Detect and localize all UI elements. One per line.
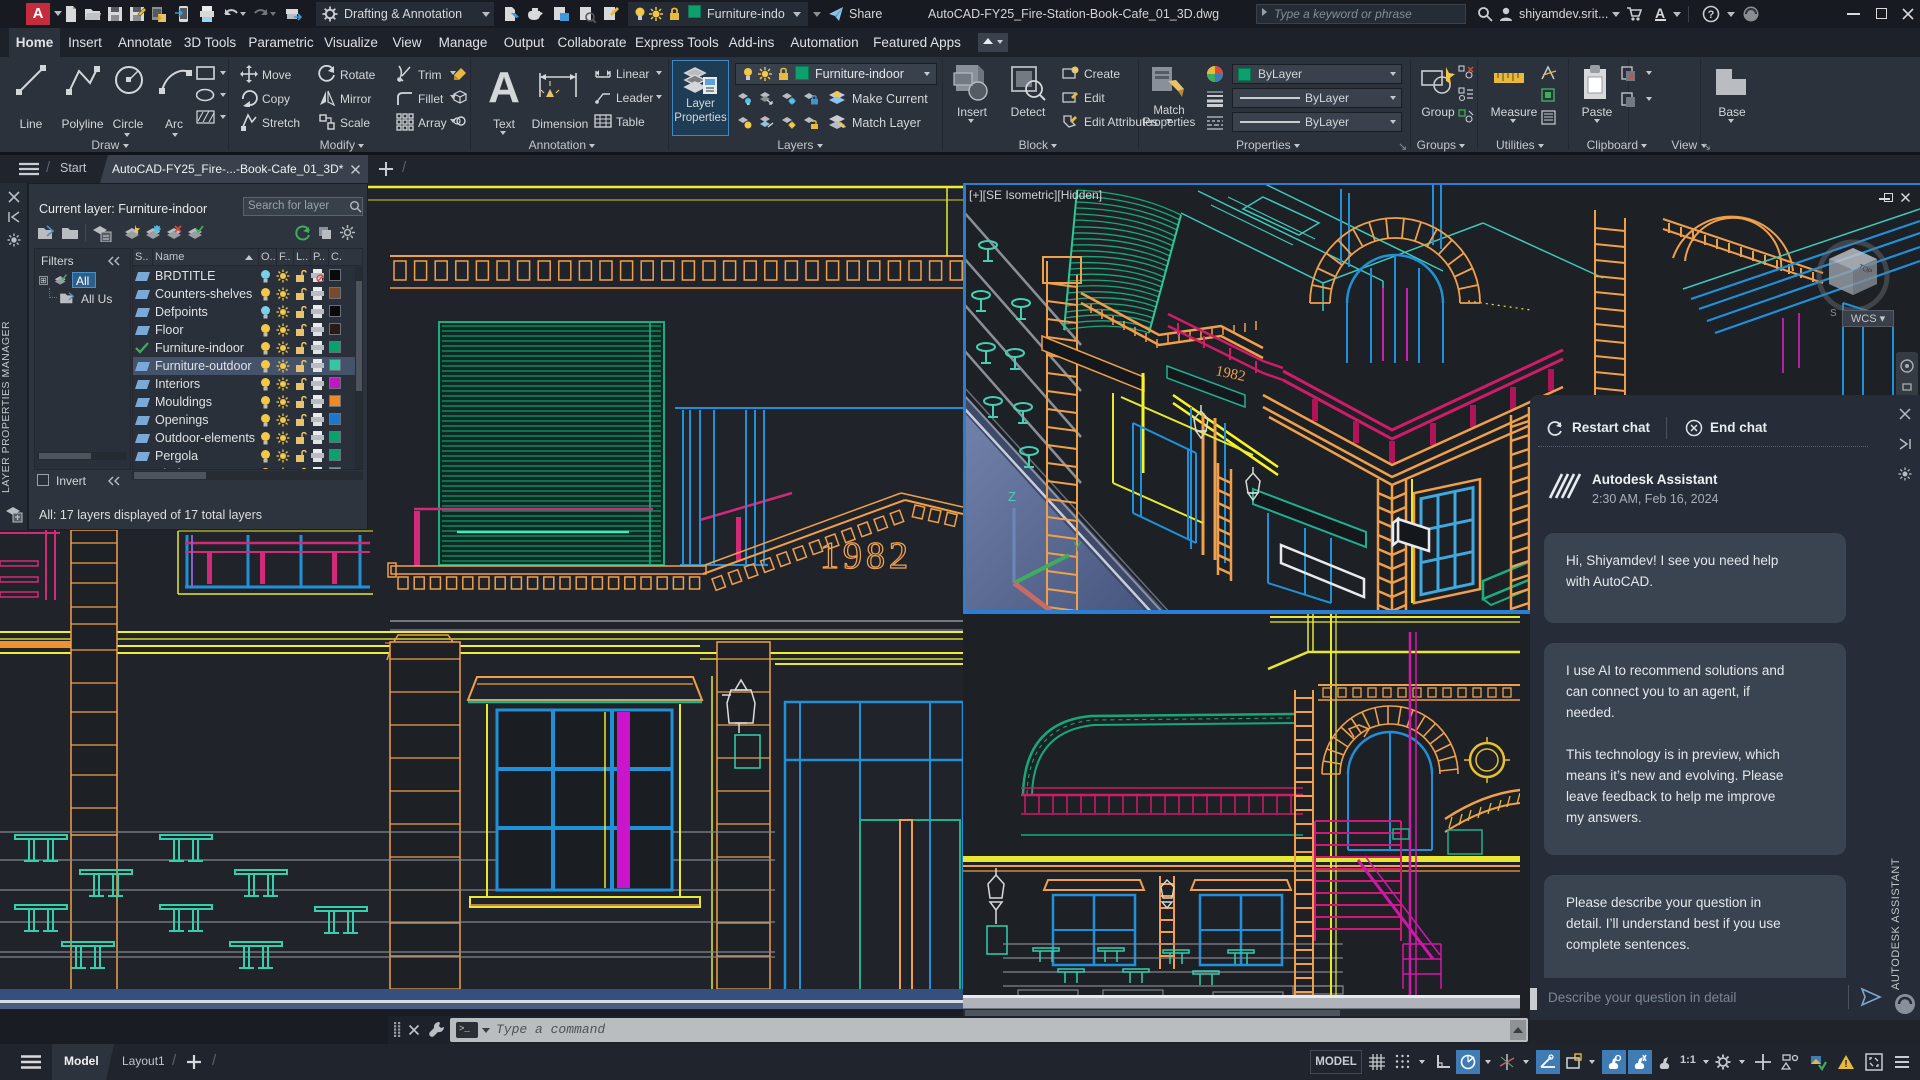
svg-text:!: ! — [1844, 1059, 1847, 1070]
svg-text:Z: Z — [1008, 489, 1016, 504]
svg-text:S: S — [1830, 308, 1837, 319]
svg-text:Y: Y — [1073, 539, 1082, 554]
svg-text:?: ? — [1708, 9, 1715, 21]
svg-text:1982: 1982 — [820, 535, 912, 577]
